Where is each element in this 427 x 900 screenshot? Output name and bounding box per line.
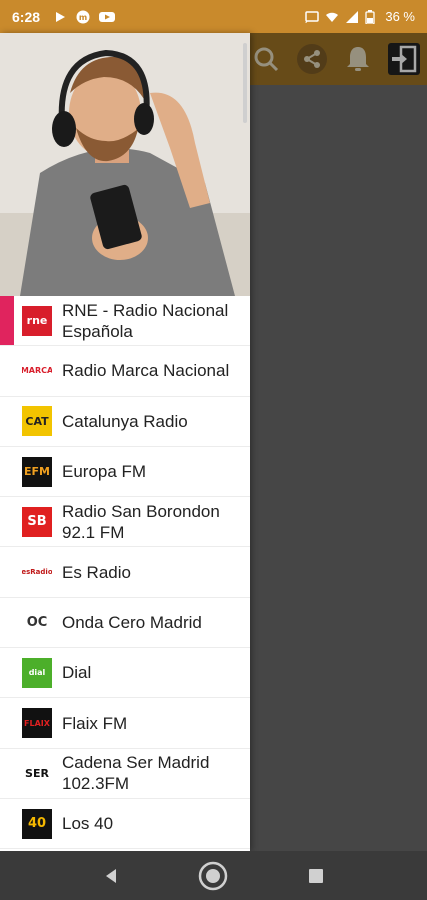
status-bar: 6:28 m 36 % xyxy=(0,0,427,33)
station-name: Cadena Ser Madrid 102.3FM xyxy=(62,753,210,794)
drawer-header-image xyxy=(0,33,250,296)
station-name: RNE - Radio Nacional Española xyxy=(62,300,229,341)
station-item[interactable]: EFM Europa FM xyxy=(0,447,250,498)
station-name: Radio San Borondon 92.1 FM xyxy=(62,501,220,542)
youtube-icon xyxy=(99,10,116,24)
station-logo-icon: 40 xyxy=(22,808,52,839)
station-name: Flaix FM xyxy=(62,713,128,733)
wifi-icon xyxy=(325,10,339,24)
signal-icon xyxy=(345,10,359,24)
station-name: Catalunya Radio xyxy=(62,411,188,431)
status-time: 6:28 xyxy=(12,8,41,25)
station-item[interactable]: dial Dial xyxy=(0,648,250,699)
drawer-scrollbar[interactable] xyxy=(243,43,247,123)
station-name: Onda Cero Madrid xyxy=(62,612,202,632)
station-logo-icon: SB xyxy=(22,506,52,537)
station-logo-icon: CAT xyxy=(22,406,52,437)
station-name: Los 40 xyxy=(62,814,114,834)
station-logo-icon: OC xyxy=(22,607,52,638)
station-list: rne RNE - Radio Nacional Española MARCA Rad… xyxy=(0,296,250,850)
battery-icon xyxy=(365,9,379,25)
station-item[interactable]: SER Cadena Ser Madrid 102.3FM xyxy=(0,749,250,799)
station-logo-icon: MARCA xyxy=(22,355,52,386)
system-nav-bar xyxy=(0,851,427,900)
station-name: Dial xyxy=(62,663,92,683)
station-logo-icon: dial xyxy=(22,657,52,688)
navigation-drawer: rne RNE - Radio Nacional Española MARCA Rad… xyxy=(0,33,250,851)
station-logo-icon: FLAIX xyxy=(22,708,52,739)
station-item[interactable]: esRadio Es Radio xyxy=(0,547,250,598)
svg-text:m: m xyxy=(79,13,87,22)
station-item[interactable]: MARCA Radio Marca Nacional xyxy=(0,346,250,397)
station-logo-icon: esRadio xyxy=(22,557,52,588)
home-icon[interactable] xyxy=(193,856,233,896)
recents-icon[interactable] xyxy=(296,856,336,896)
station-item[interactable]: OC Onda Cero Madrid xyxy=(0,598,250,649)
cast-icon xyxy=(305,10,320,24)
station-item[interactable]: FLAIX Flaix FM xyxy=(0,698,250,749)
station-name: Radio Marca Nacional xyxy=(62,361,230,381)
station-item[interactable]: 40 Los 40 xyxy=(0,799,250,850)
back-icon[interactable] xyxy=(91,856,131,896)
station-item[interactable]: CAT Catalunya Radio xyxy=(0,397,250,447)
play-icon xyxy=(53,10,67,24)
station-item[interactable]: rne RNE - Radio Nacional Española xyxy=(0,296,250,347)
station-item[interactable]: SB Radio San Borondon 92.1 FM xyxy=(0,497,250,548)
drawer-scrim[interactable] xyxy=(250,33,427,851)
station-name: Europa FM xyxy=(62,462,147,482)
battery-percent: 36 % xyxy=(385,9,415,24)
station-name: Es Radio xyxy=(62,562,131,582)
station-logo-icon: EFM xyxy=(22,456,52,487)
m-icon: m xyxy=(76,10,90,24)
station-logo-icon: SER xyxy=(22,758,52,789)
station-logo-icon: rne xyxy=(22,305,52,336)
